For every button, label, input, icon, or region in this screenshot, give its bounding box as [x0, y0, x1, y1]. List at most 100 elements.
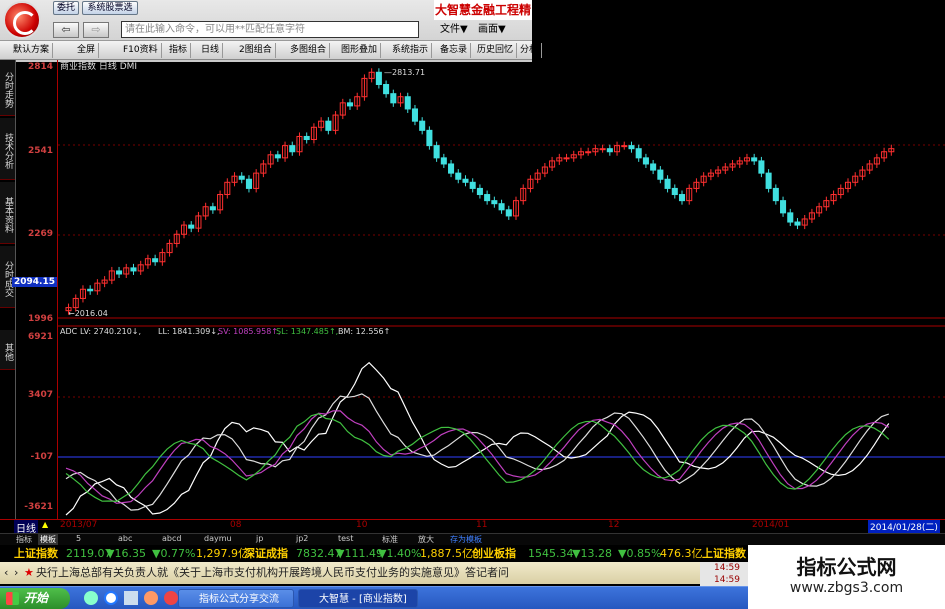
tab-other[interactable]: 其他: [0, 330, 15, 370]
ind-tab[interactable]: abc: [118, 534, 132, 543]
candle: [188, 224, 195, 229]
candle: [433, 145, 440, 159]
ind-tab[interactable]: 标准: [382, 534, 398, 545]
entrust-button[interactable]: 委托: [53, 1, 79, 15]
candle: [238, 175, 245, 180]
candle: [87, 288, 94, 292]
peak-label: —2813.71: [384, 68, 425, 77]
candle: [383, 84, 390, 95]
app-icon[interactable]: [144, 591, 158, 605]
news-text[interactable]: 央行上海总部有关负责人就《关于上海市支付机构开展跨境人民币支付业务的实施意见》答…: [36, 566, 509, 579]
candle: [491, 200, 498, 205]
candle: [274, 154, 281, 159]
chart-area[interactable]: 商业指数 日线 DMI —2813.71 ←2016.04 ADC LV: 27…: [58, 60, 945, 520]
menu-view[interactable]: 画面▼: [478, 22, 506, 38]
tab-fundamental[interactable]: 基本资料: [0, 182, 15, 244]
watermark-url: www.zbgs3.com: [789, 580, 904, 596]
toolbar-analysis[interactable]: 分析: [517, 43, 543, 58]
ind-tab[interactable]: jp2: [296, 534, 308, 543]
candle: [657, 169, 664, 180]
candle: [664, 178, 671, 189]
quicklaunch-icon[interactable]: [84, 591, 98, 605]
toolbar-indicator[interactable]: 指标: [166, 43, 192, 58]
toolbar-default-scheme[interactable]: 默认方案: [10, 43, 54, 58]
app-icon[interactable]: [164, 591, 178, 605]
candle: [209, 206, 216, 211]
candle: [462, 178, 469, 183]
candle: [650, 163, 657, 171]
candle: [411, 108, 418, 122]
toolbar-history[interactable]: 历史回忆: [474, 43, 518, 58]
candle: [787, 212, 794, 223]
ind-tab[interactable]: jp: [256, 534, 263, 543]
next-news-icon[interactable]: ›: [14, 562, 18, 584]
time-label: 10: [356, 520, 368, 530]
toolbar-fullscreen[interactable]: 全屏: [74, 43, 100, 58]
toolbar-multichart[interactable]: 多图组合: [287, 43, 331, 58]
period-caret-icon[interactable]: ▲: [42, 520, 48, 529]
candle: [484, 194, 491, 202]
system-select-button[interactable]: 系统股票选: [82, 1, 138, 15]
toolbar-overlay[interactable]: 图形叠加: [338, 43, 382, 58]
back-button[interactable]: ⇦: [53, 22, 79, 38]
side-tabs: 分时走势 技术分析 基本资料 分时成交 其他: [0, 60, 16, 520]
ind-legend-sl: SL: 1347.485↑,: [276, 327, 338, 336]
prev-news-icon[interactable]: ‹: [4, 562, 8, 584]
ticker-name[interactable]: 上证指数: [14, 545, 58, 562]
ticker-name[interactable]: 深证成指: [244, 545, 288, 562]
tab-technical[interactable]: 技术分析: [0, 118, 15, 180]
ind-tab[interactable]: 放大: [418, 534, 434, 545]
candle: [303, 135, 310, 141]
toolbar-memo[interactable]: 备忘录: [437, 43, 472, 58]
candle: [599, 148, 606, 151]
candle: [606, 148, 613, 153]
ticker-percent: ▼0.85%: [618, 547, 662, 560]
forward-button[interactable]: ⇨: [83, 22, 109, 38]
task-forum[interactable]: 指标公式分享交流: [178, 589, 294, 608]
time-label: 11: [476, 520, 488, 530]
toolbar-system-signal[interactable]: 系统指示: [389, 43, 433, 58]
time-label: 12: [608, 520, 620, 530]
task-dzh[interactable]: 大智慧 - [商业指数]: [298, 589, 418, 608]
start-button[interactable]: 开始: [0, 588, 70, 609]
toolbar-f10[interactable]: F10资料: [120, 43, 162, 58]
ticker-change: ▼13.28: [572, 547, 612, 560]
ind-label-107: -107: [30, 452, 53, 462]
save-template-tab[interactable]: 存为模板: [450, 534, 482, 545]
price-label-mid: 2541: [27, 146, 53, 156]
ie-icon[interactable]: [104, 591, 118, 605]
ind-tab[interactable]: abcd: [162, 534, 181, 543]
toolbar-dayline[interactable]: 日线: [198, 43, 224, 58]
ticker-value: 7832.47: [296, 547, 342, 560]
candle: [245, 178, 252, 189]
menu-file[interactable]: 文件▼: [440, 22, 468, 38]
price-label-high: 2814: [27, 62, 53, 72]
candle: [678, 194, 686, 202]
candle: [765, 172, 772, 189]
tab-intraday[interactable]: 分时走势: [0, 60, 15, 116]
desktop-icon[interactable]: [124, 591, 138, 605]
candle: [772, 187, 779, 202]
candle: [758, 160, 765, 174]
ind-tab[interactable]: 指标: [16, 534, 32, 545]
ind-tab-active[interactable]: 模板: [38, 534, 58, 545]
news-bar[interactable]: ‹ › ★ 央行上海总部有关负责人就《关于上海市支付机构开展跨境人民币支付业务的…: [0, 562, 700, 584]
ticker-name[interactable]: 创业板指: [472, 545, 516, 562]
candle: [585, 151, 592, 154]
command-input[interactable]: 请在此输入命令，可以用**匹配任意字符: [121, 21, 419, 38]
ticker-amount: 1,297.9亿: [196, 547, 249, 560]
ind-tab[interactable]: daymu: [204, 534, 232, 543]
candle: [476, 187, 483, 196]
candle: [628, 145, 635, 150]
ticker-name[interactable]: 上证指数: [702, 545, 746, 562]
ind-tab[interactable]: 5: [76, 534, 81, 543]
ind-tab[interactable]: test: [338, 534, 353, 543]
candle: [404, 96, 411, 110]
ind-legend-name: ADC: [60, 327, 78, 336]
taskbar: 开始 指标公式分享交流 大智慧 - [商业指数]: [0, 586, 748, 609]
windows-logo-icon: [6, 592, 19, 605]
candle: [325, 120, 332, 131]
time-label: 08: [230, 520, 242, 530]
toolbar-2chart[interactable]: 2图组合: [236, 43, 276, 58]
ticker-value: 2119.07: [66, 547, 112, 560]
